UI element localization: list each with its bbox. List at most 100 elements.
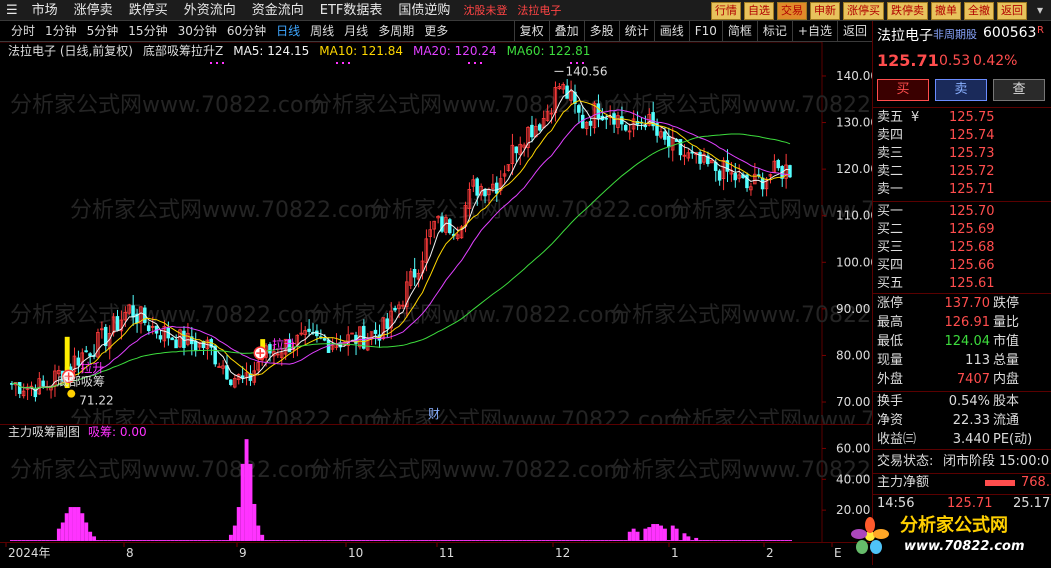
menu-etf-table[interactable]: ETF数据表 — [312, 0, 391, 21]
ipo-button[interactable]: 申新 — [810, 2, 840, 20]
menu-capital-flow[interactable]: 资金流向 — [244, 0, 312, 21]
accumulation-bar — [709, 540, 714, 541]
tool-add-watchlist[interactable]: +自选 — [791, 21, 837, 42]
accumulation-bar — [760, 540, 765, 541]
cancel-order-button[interactable]: 撤单 — [931, 2, 961, 20]
accumulation-bar — [21, 540, 26, 541]
indicator-name[interactable]: 底部吸筹拉升Z — [143, 44, 223, 58]
menu-market[interactable]: 市场 — [24, 0, 66, 21]
tab-daily[interactable]: 日线 — [271, 21, 305, 42]
accumulation-bar — [522, 540, 527, 541]
menu-foreign-flow[interactable]: 外资流向 — [176, 0, 244, 21]
status-time: 15:00:0 — [999, 454, 1050, 469]
window-toggle-icon[interactable]: ▾ — [1029, 0, 1051, 21]
menu-reverse-repo[interactable]: 国债逆购 — [390, 0, 458, 21]
accumulation-bar — [580, 540, 585, 541]
tab-60min[interactable]: 60分钟 — [222, 21, 271, 42]
accumulation-bar — [84, 522, 89, 541]
legend-dot — [576, 62, 578, 64]
accumulation-bar — [33, 540, 38, 541]
tool-overlay[interactable]: 叠加 — [548, 21, 584, 42]
accumulation-bar — [494, 540, 499, 541]
tool-stats[interactable]: 统计 — [618, 21, 654, 42]
tool-simple-frame[interactable]: 简框 — [721, 21, 757, 42]
stock-badge: R — [1037, 25, 1044, 36]
bid-price: 125.69 — [949, 222, 995, 237]
last-price: 125.71 — [877, 51, 939, 70]
accumulation-bar — [72, 507, 77, 541]
tab-15min[interactable]: 15分钟 — [123, 21, 172, 42]
tool-multi-stock[interactable]: 多股 — [583, 21, 619, 42]
candle-body — [393, 307, 397, 311]
accumulation-bar — [381, 540, 386, 541]
legend-dot — [342, 62, 344, 64]
accumulation-bar — [365, 540, 370, 541]
accumulation-bar — [244, 439, 249, 541]
menu-limit-down-buy[interactable]: 跌停买 — [121, 0, 176, 21]
tool-back[interactable]: 返回 — [836, 21, 872, 42]
accumulation-bar — [397, 540, 401, 541]
tab-1min[interactable]: 1分钟 — [40, 21, 82, 42]
y-tick-label: 80.00 — [836, 348, 870, 362]
back-button[interactable]: 返回 — [997, 2, 1027, 20]
accumulation-bar — [490, 540, 495, 541]
ma5-label: MA5: 124.15 — [233, 44, 310, 58]
logo-text: 分析家公式网 — [900, 515, 1008, 536]
accumulation-bar — [608, 540, 613, 541]
stat2-value: 22.33 — [952, 413, 990, 428]
candle-body — [588, 120, 593, 126]
tool-mark[interactable]: 标记 — [756, 21, 792, 42]
menu-limit-up-sell[interactable]: 涨停卖 — [66, 0, 121, 21]
bid-label: 买四 — [877, 258, 904, 273]
accumulation-bar — [357, 540, 362, 541]
accumulation-bar — [733, 540, 738, 541]
main-kline-chart[interactable]: 分析家公式网www.70822.com 分析家公式网www.70822.com 分析… — [0, 42, 872, 424]
accumulation-bar — [447, 540, 452, 541]
sub-chart[interactable]: 分析家公式网www.70822.com 分析家公式网www.70822.com 分析… — [0, 424, 872, 543]
tab-5min[interactable]: 5分钟 — [82, 21, 124, 42]
accumulation-bar — [518, 540, 523, 541]
tool-draw[interactable]: 画线 — [653, 21, 689, 42]
query-button[interactable]: 查 — [993, 79, 1045, 101]
watchlist-button[interactable]: 自选 — [744, 2, 774, 20]
candle-body — [475, 178, 479, 196]
accumulation-bar — [236, 507, 241, 541]
tool-f10[interactable]: F10 — [688, 21, 722, 42]
accumulation-bar — [530, 540, 534, 541]
accumulation-bar — [662, 528, 667, 541]
ma10-label: MA10: 121.84 — [319, 44, 403, 58]
net-label: 主力净额 — [877, 475, 930, 490]
limit-up-buy-button[interactable]: 涨停买 — [843, 2, 884, 20]
quote-button[interactable]: 行情 — [711, 2, 741, 20]
limit-down-sell-button[interactable]: 跌停卖 — [887, 2, 928, 20]
tab-intraday[interactable]: 分时 — [6, 21, 40, 42]
tool-adjust[interactable]: 复权 — [513, 21, 549, 42]
low-marker-dot — [67, 389, 76, 398]
candle-body — [240, 375, 245, 379]
accumulation-bar — [596, 540, 601, 541]
buy-button[interactable]: 买 — [877, 79, 929, 101]
trade-button[interactable]: 交易 — [777, 2, 807, 20]
accumulation-bar — [322, 540, 327, 541]
accumulation-bar — [45, 540, 50, 541]
sell-button[interactable]: 卖 — [935, 79, 987, 101]
tab-more[interactable]: 更多 — [419, 21, 453, 42]
tab-multi-period[interactable]: 多周期 — [373, 21, 419, 42]
cancel-all-button[interactable]: 全撤 — [964, 2, 994, 20]
main-legend: 法拉电子 (日线,前复权) 底部吸筹拉升Z MA5: 124.15 MA10: … — [8, 44, 590, 58]
tab-weekly[interactable]: 周线 — [305, 21, 339, 42]
status-value: 闭市阶段 — [943, 454, 996, 469]
candle-body — [88, 353, 92, 357]
accumulation-bar — [283, 540, 288, 541]
accumulation-bar — [287, 540, 292, 541]
stat2-label-2: 流通 — [993, 413, 1020, 428]
tab-30min[interactable]: 30分钟 — [173, 21, 222, 42]
stat-label: 外盘 — [877, 372, 904, 387]
tab-monthly[interactable]: 月线 — [339, 21, 373, 42]
ask-label: 卖四 — [877, 128, 904, 143]
candle-body — [580, 114, 585, 129]
stat-value: 113 — [965, 353, 990, 368]
accumulation-bar — [436, 540, 441, 541]
accumulation-bar — [428, 540, 433, 541]
menu-button[interactable]: ☰ — [0, 0, 24, 21]
